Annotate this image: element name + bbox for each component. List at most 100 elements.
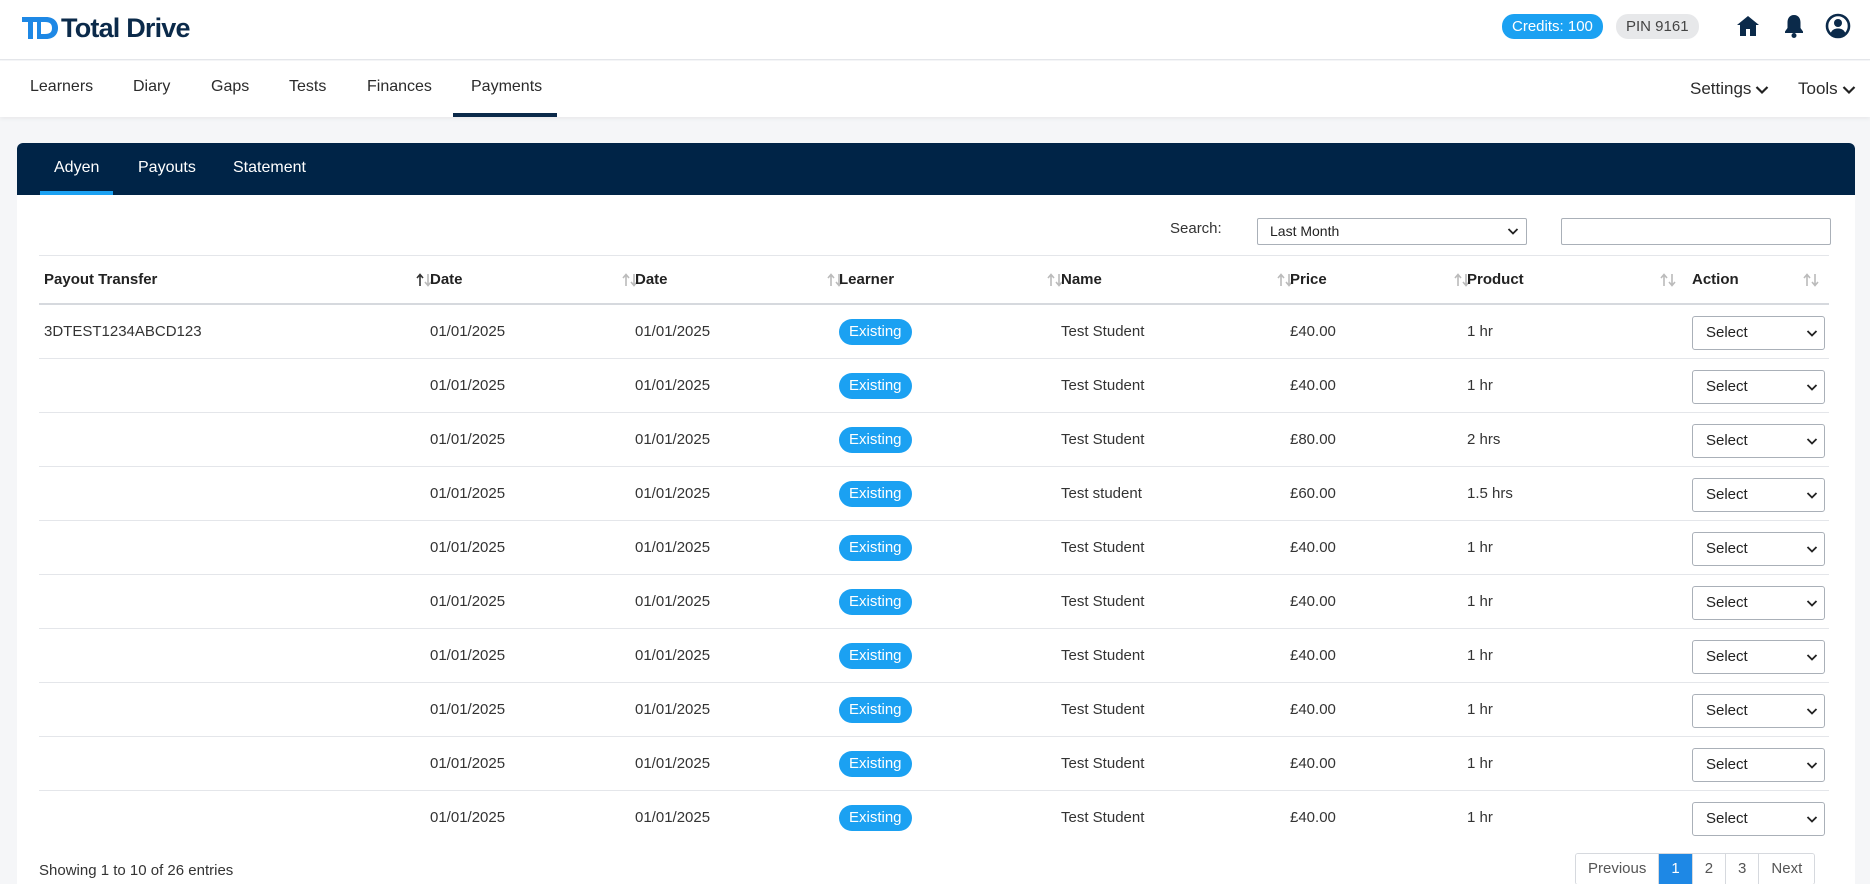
- action-select[interactable]: Select: [1692, 748, 1825, 782]
- product-cell: 1 hr: [1467, 593, 1493, 610]
- sort-icon[interactable]: [1659, 272, 1677, 288]
- column-header-product[interactable]: Product: [1467, 256, 1524, 304]
- tools-label: Tools: [1798, 79, 1838, 98]
- bell-icon[interactable]: [1780, 12, 1808, 40]
- nav-item-tests[interactable]: Tests: [289, 61, 326, 117]
- pagination: Previous 1 2 3 Next: [1575, 853, 1816, 884]
- action-select-value: Select: [1706, 324, 1748, 341]
- column-header-action[interactable]: Action: [1692, 256, 1739, 304]
- period-select[interactable]: Last Month: [1257, 218, 1527, 245]
- column-header-date[interactable]: Date: [430, 256, 463, 304]
- pagination-previous[interactable]: Previous: [1576, 854, 1660, 884]
- price-cell: £80.00: [1290, 431, 1336, 448]
- date-cell: 01/01/2025: [635, 485, 711, 502]
- action-select[interactable]: Select: [1692, 424, 1825, 458]
- column-header-name[interactable]: Name: [1061, 256, 1102, 304]
- product-cell: 1.5 hrs: [1467, 485, 1513, 502]
- table-row: 01/01/2025 01/01/2025 Existing Test Stud…: [39, 575, 1829, 629]
- settings-label: Settings: [1690, 79, 1752, 98]
- price-cell: £40.00: [1290, 377, 1336, 394]
- pagination-page-1[interactable]: 1: [1659, 854, 1693, 884]
- pagination-page-2[interactable]: 2: [1692, 854, 1727, 884]
- date-cell: 01/01/2025: [430, 809, 506, 826]
- home-icon[interactable]: [1734, 12, 1762, 40]
- chevron-down-icon: [1806, 654, 1818, 661]
- column-header-price[interactable]: Price: [1290, 256, 1327, 304]
- price-cell: £40.00: [1290, 323, 1336, 340]
- td-logo-mark-icon: [22, 17, 58, 39]
- name-cell: Test Student: [1061, 701, 1145, 718]
- nav-item-payments[interactable]: Payments: [453, 61, 557, 117]
- column-header-date-2[interactable]: Date: [635, 256, 668, 304]
- search-input[interactable]: [1561, 218, 1831, 245]
- date-cell: 01/01/2025: [430, 647, 506, 664]
- settings-menu[interactable]: Settings: [1690, 61, 1769, 117]
- action-select[interactable]: Select: [1692, 532, 1825, 566]
- table-row: 01/01/2025 01/01/2025 Existing Test Stud…: [39, 413, 1829, 467]
- price-cell: £40.00: [1290, 809, 1336, 826]
- product-cell: 1 hr: [1467, 647, 1493, 664]
- price-cell: £40.00: [1290, 593, 1336, 610]
- table-row: 01/01/2025 01/01/2025 Existing Test Stud…: [39, 629, 1829, 683]
- brand-logo[interactable]: Total Drive: [22, 13, 191, 43]
- tools-menu[interactable]: Tools: [1798, 61, 1856, 117]
- action-select[interactable]: Select: [1692, 694, 1825, 728]
- tab-statement[interactable]: Statement: [233, 143, 306, 195]
- name-cell: Test Student: [1061, 755, 1145, 772]
- name-cell: Test Student: [1061, 377, 1145, 394]
- learner-status-badge: Existing: [839, 535, 912, 561]
- action-select[interactable]: Select: [1692, 316, 1825, 350]
- action-select-value: Select: [1706, 378, 1748, 395]
- nav-item-finances[interactable]: Finances: [367, 61, 432, 117]
- chevron-down-icon: [1806, 762, 1818, 769]
- date-cell: 01/01/2025: [430, 755, 506, 772]
- action-select[interactable]: Select: [1692, 802, 1825, 836]
- learner-status-badge: Existing: [839, 427, 912, 453]
- date-cell: 01/01/2025: [430, 323, 506, 340]
- period-select-value: Last Month: [1270, 223, 1340, 239]
- credits-badge[interactable]: Credits: 100: [1502, 14, 1603, 39]
- entries-info: Showing 1 to 10 of 26 entries: [39, 862, 234, 879]
- learner-status-badge: Existing: [839, 805, 912, 831]
- date-cell: 01/01/2025: [430, 539, 506, 556]
- pagination-page-3[interactable]: 3: [1726, 854, 1760, 884]
- column-header-payout-transfer[interactable]: Payout Transfer: [44, 256, 157, 304]
- action-select[interactable]: Select: [1692, 640, 1825, 674]
- sort-icon[interactable]: [1802, 272, 1820, 288]
- nav-item-gaps[interactable]: Gaps: [211, 61, 249, 117]
- product-cell: 1 hr: [1467, 809, 1493, 826]
- action-select-value: Select: [1706, 702, 1748, 719]
- product-cell: 1 hr: [1467, 701, 1493, 718]
- date-cell: 01/01/2025: [635, 539, 711, 556]
- price-cell: £60.00: [1290, 485, 1336, 502]
- chevron-down-icon: [1806, 330, 1818, 337]
- chevron-down-icon: [1842, 85, 1855, 94]
- nav-item-diary[interactable]: Diary: [133, 61, 170, 117]
- tab-adyen[interactable]: Adyen: [40, 143, 114, 195]
- date-cell: 01/01/2025: [635, 809, 711, 826]
- learner-status-badge: Existing: [839, 319, 912, 345]
- tab-payouts[interactable]: Payouts: [138, 143, 196, 195]
- payout-transfer-cell: 3DTEST1234ABCD123: [44, 323, 202, 340]
- chevron-down-icon: [1806, 438, 1818, 445]
- chevron-down-icon: [1806, 492, 1818, 499]
- name-cell: Test Student: [1061, 593, 1145, 610]
- action-select[interactable]: Select: [1692, 370, 1825, 404]
- date-cell: 01/01/2025: [430, 431, 506, 448]
- learner-status-badge: Existing: [839, 643, 912, 669]
- date-cell: 01/01/2025: [635, 647, 711, 664]
- date-cell: 01/01/2025: [430, 377, 506, 394]
- pagination-next[interactable]: Next: [1759, 854, 1815, 884]
- action-select[interactable]: Select: [1692, 478, 1825, 512]
- chevron-down-icon: [1806, 708, 1818, 715]
- chevron-down-icon: [1806, 600, 1818, 607]
- action-select[interactable]: Select: [1692, 586, 1825, 620]
- date-cell: 01/01/2025: [430, 485, 506, 502]
- action-select-value: Select: [1706, 540, 1748, 557]
- name-cell: Test Student: [1061, 647, 1145, 664]
- user-circle-icon[interactable]: [1824, 12, 1852, 40]
- date-cell: 01/01/2025: [635, 593, 711, 610]
- column-header-learner[interactable]: Learner: [839, 256, 894, 304]
- nav-item-learners[interactable]: Learners: [30, 61, 93, 117]
- product-cell: 1 hr: [1467, 377, 1493, 394]
